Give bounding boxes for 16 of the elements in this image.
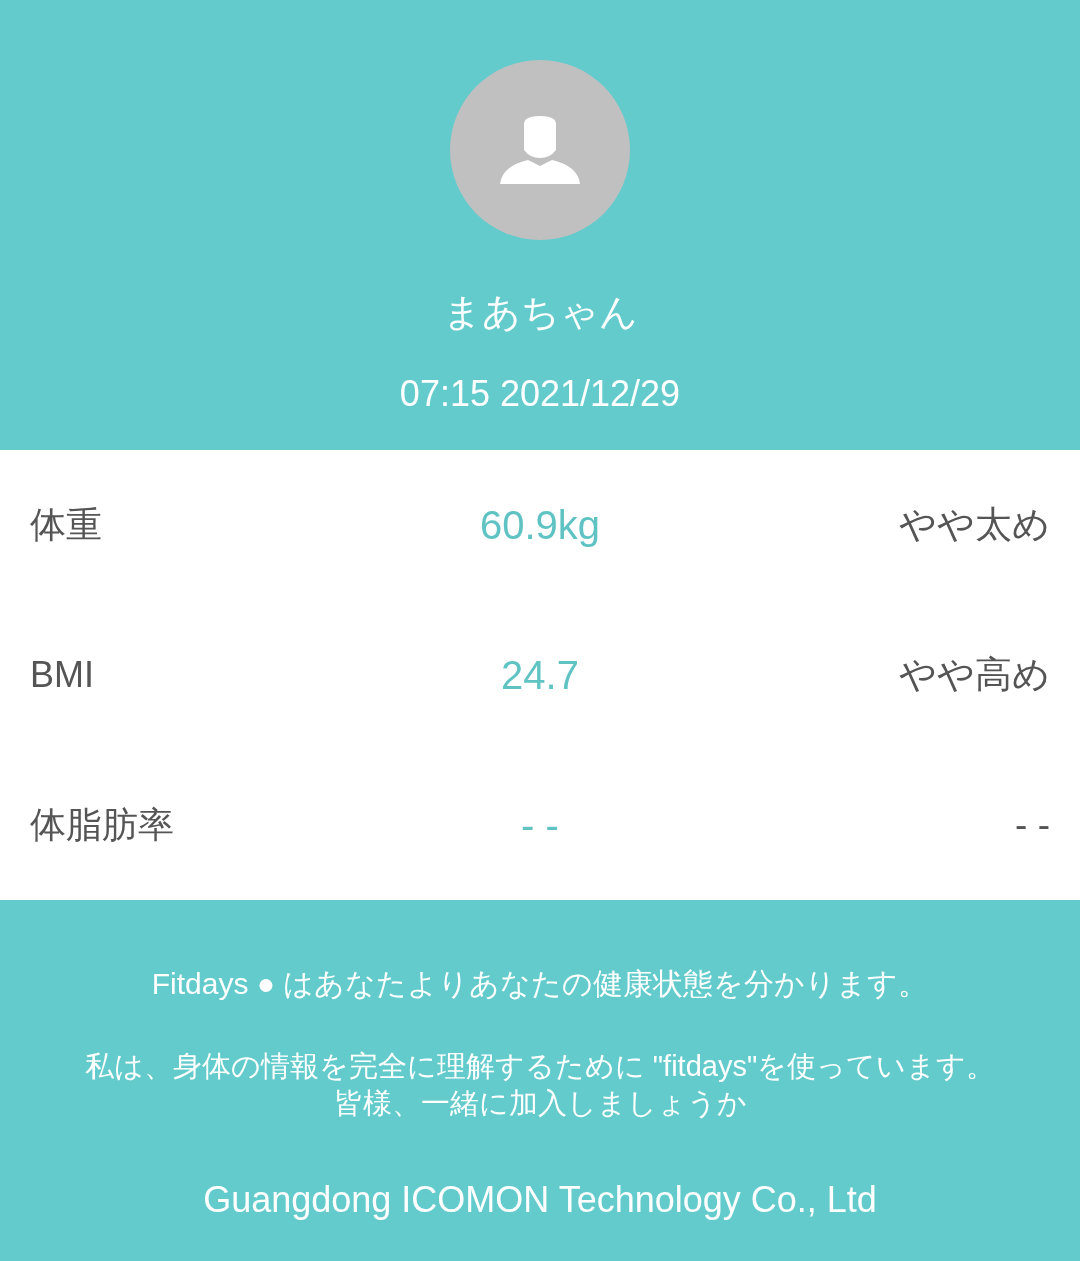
metric-status: やや太め [899,503,1050,548]
metric-status: やや高め [899,653,1050,698]
metric-value: 60.9kg [479,502,601,549]
metric-value: - - [521,802,559,849]
metric-status: - - [1015,803,1050,848]
user-name: まあちゃん [442,290,638,335]
person-silhouette-icon [500,116,580,184]
message-line: 私は、身体の情報を完全に理解するために "fitdays"を使っています。 [84,1049,996,1084]
metric-value: 24.7 [501,652,579,699]
measurement-time: 07:15 2021/12/29 [399,372,681,416]
metric-label: BMI [30,654,94,695]
metric-label: 体脂肪率 [30,804,174,845]
tagline: Fitdays ● はあなたよりあなたの健康状態を分かります。 [151,966,929,1002]
metric-label: 体重 [30,504,102,545]
message-line: 皆様、一緒に加入しましょうか [333,1086,747,1121]
company-name: Guangdong ICOMON Technology Co., Ltd [203,1178,877,1222]
